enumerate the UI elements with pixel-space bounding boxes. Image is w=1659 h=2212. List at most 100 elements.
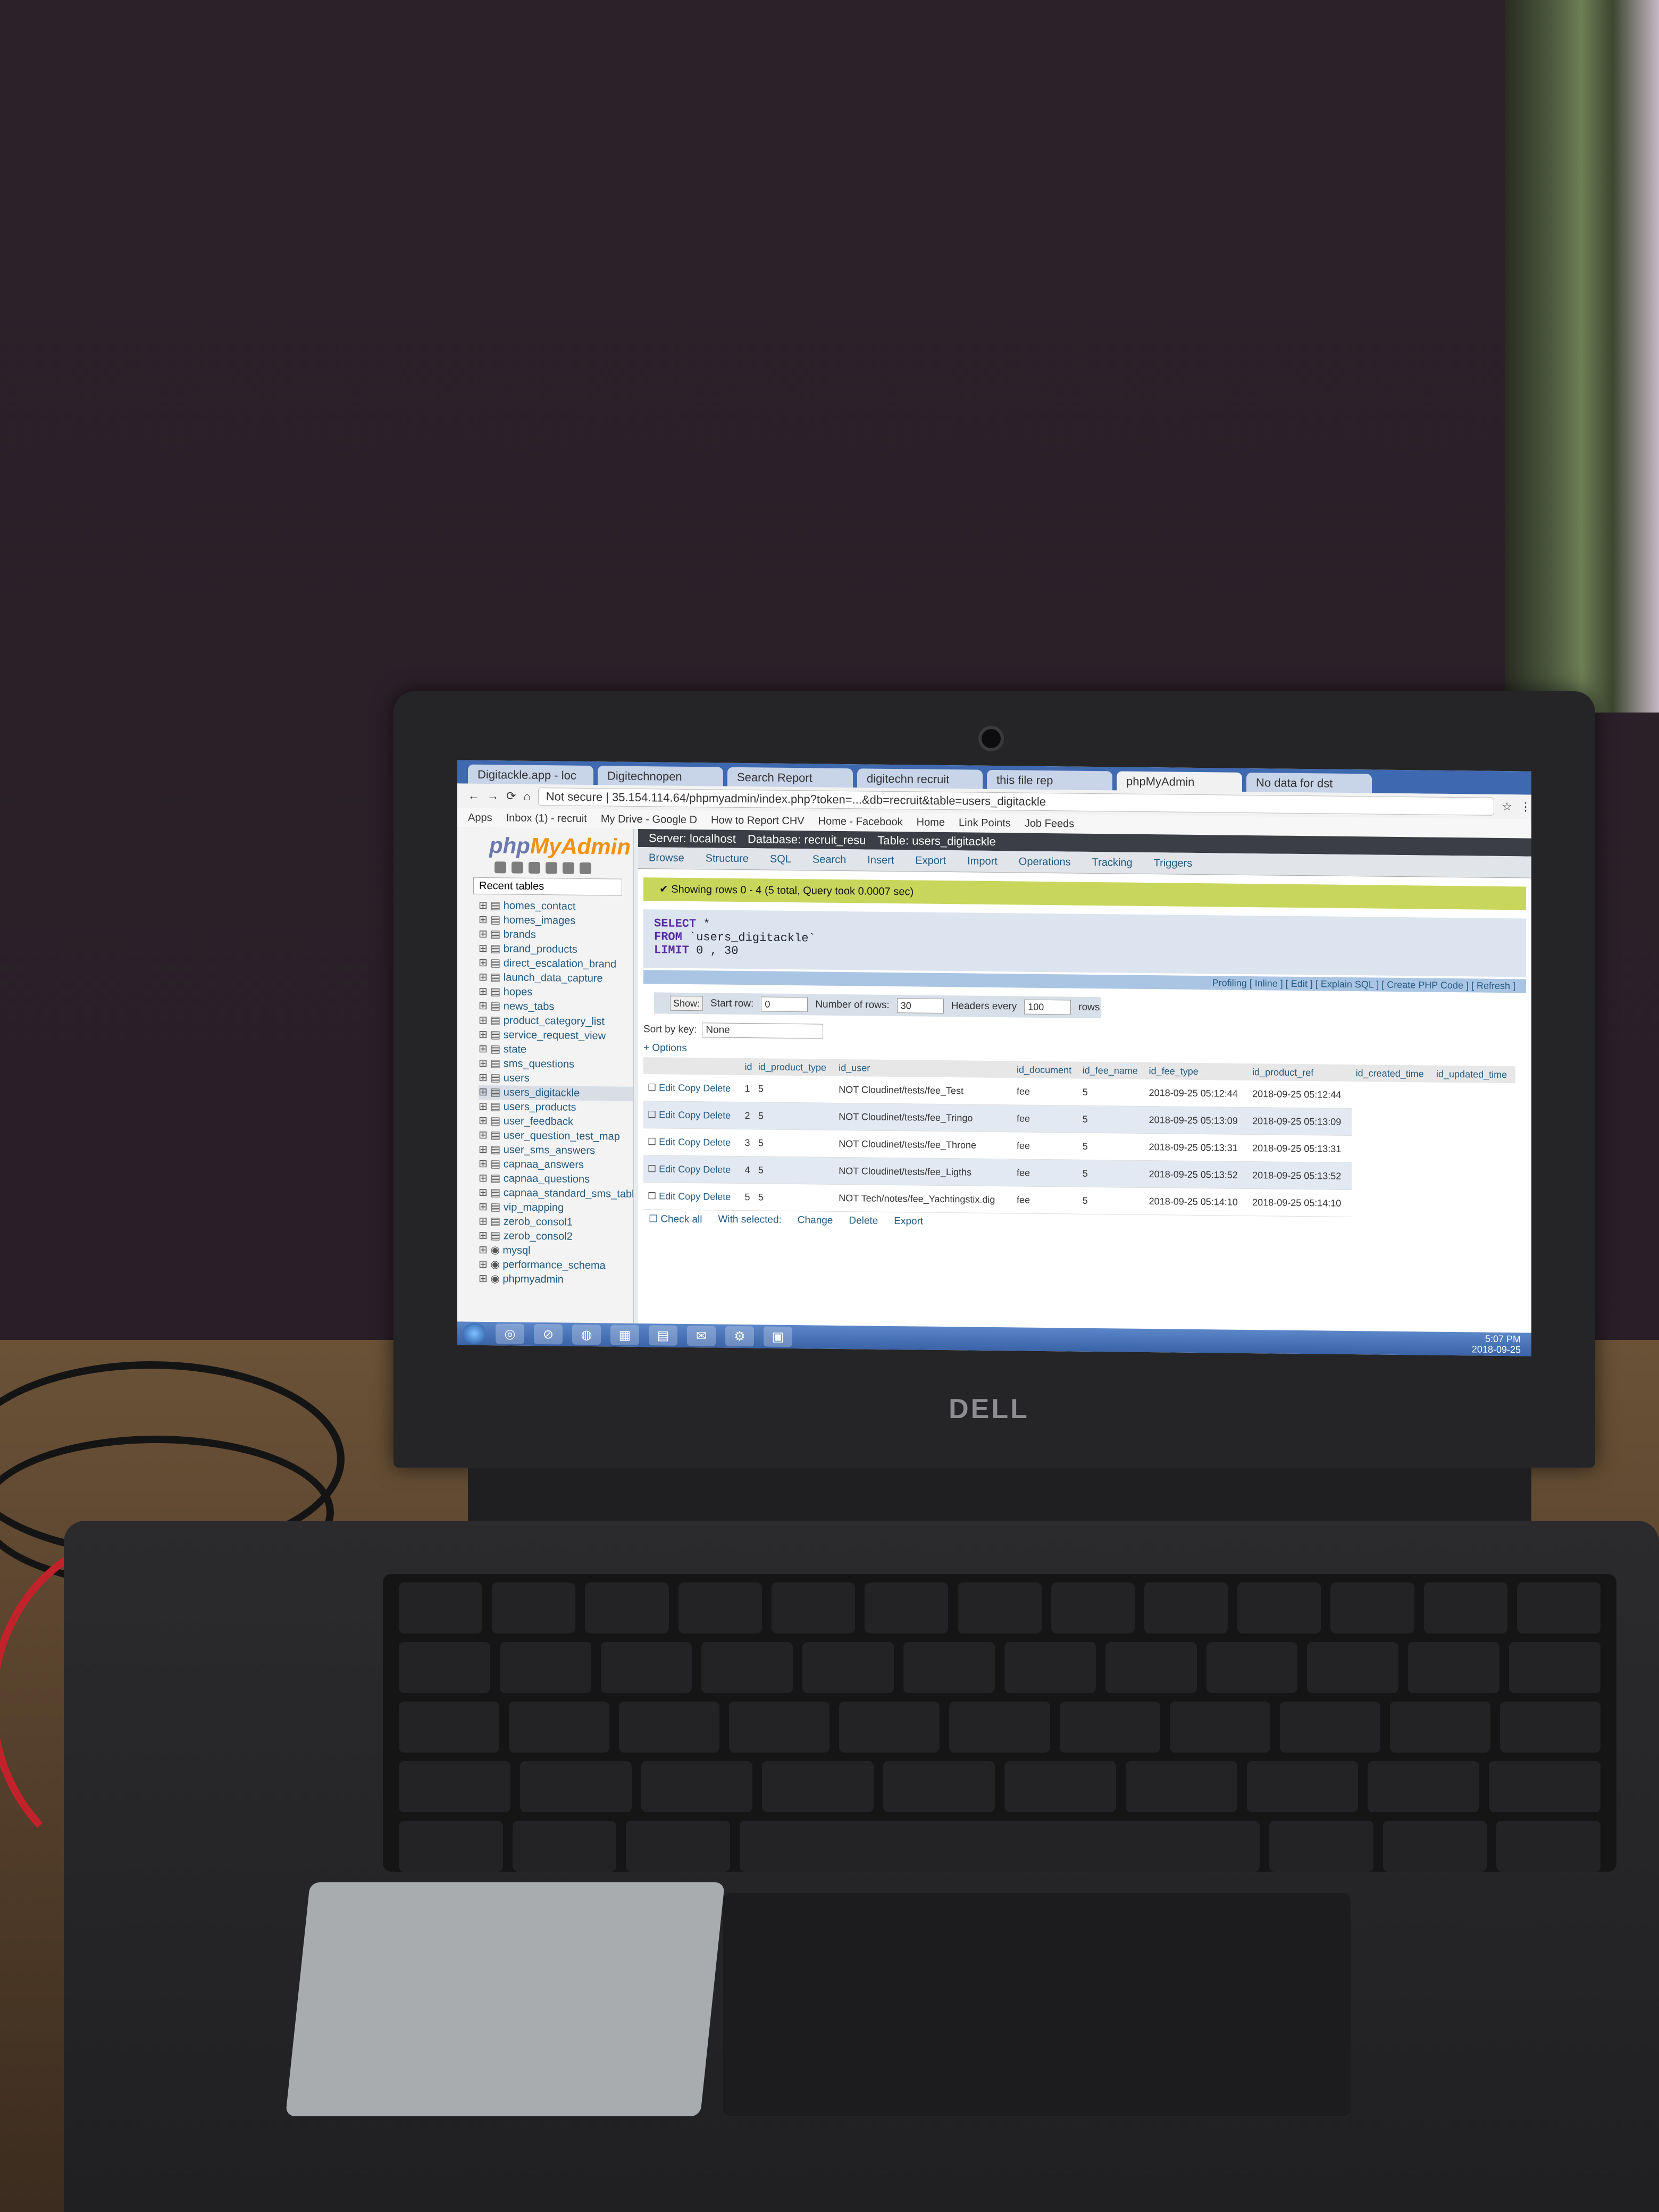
taskbar-app-icon[interactable]: ⚙ <box>725 1326 754 1347</box>
column-header[interactable]: id_fee_name <box>1078 1061 1145 1079</box>
tree-table-item[interactable]: user_sms_answers <box>479 1143 633 1159</box>
table-cell[interactable]: 5 <box>753 1102 835 1130</box>
table-cell[interactable]: NOT Cloudinet/tests/fee_Throne <box>834 1130 1013 1159</box>
table-cell[interactable]: 2018-09-25 05:14:10 <box>1248 1188 1352 1217</box>
column-header[interactable]: id_updated_time <box>1432 1065 1515 1084</box>
show-button[interactable]: Show: <box>670 995 703 1011</box>
star-icon[interactable]: ☆ <box>1502 800 1512 814</box>
tree-table-item[interactable]: brands <box>479 927 633 943</box>
tree-table-item[interactable]: user_question_test_map <box>479 1128 633 1144</box>
row-edit-link[interactable]: Edit <box>659 1191 675 1201</box>
row-edit-link[interactable]: Edit <box>659 1109 675 1120</box>
tab-browse[interactable]: Browse <box>649 847 684 869</box>
taskbar-app-icon[interactable]: ◍ <box>572 1324 601 1345</box>
table-cell[interactable]: 2018-09-25 05:13:31 <box>1144 1133 1249 1162</box>
table-cell[interactable]: 2018-09-25 05:13:09 <box>1248 1107 1352 1136</box>
table-cell[interactable]: 5 <box>753 1129 835 1158</box>
row-edit-link[interactable]: Edit <box>659 1082 675 1093</box>
bookmark[interactable]: My Drive - Google D <box>601 813 697 826</box>
table-cell[interactable]: 2018-09-25 05:13:09 <box>1144 1106 1249 1135</box>
bookmark[interactable]: How to Report CHV <box>711 814 805 827</box>
table-cell[interactable]: fee <box>1012 1132 1078 1160</box>
row-copy-link[interactable]: Copy <box>678 1163 700 1174</box>
tree-table-item[interactable]: direct_escalation_brand <box>479 956 633 972</box>
recent-tables-select[interactable]: Recent tables <box>473 877 622 896</box>
table-cell[interactable]: fee <box>1012 1159 1078 1187</box>
check-all-checkbox[interactable]: ☐ Check all <box>649 1213 702 1226</box>
settings-icon[interactable] <box>563 862 574 874</box>
reload-icon[interactable]: ⟳ <box>506 789 516 803</box>
table-cell[interactable]: 5 <box>1078 1105 1145 1134</box>
tab-insert[interactable]: Insert <box>867 849 894 871</box>
table-cell[interactable]: 2018-09-25 05:13:31 <box>1248 1134 1352 1163</box>
tab-operations[interactable]: Operations <box>1019 851 1071 873</box>
table-cell[interactable]: NOT Cloudinet/tests/fee_Test <box>834 1076 1013 1105</box>
table-cell[interactable]: 5 <box>1078 1187 1145 1215</box>
tree-table-item[interactable]: zerob_consol1 <box>479 1214 633 1230</box>
table-cell[interactable]: 4 <box>740 1156 754 1184</box>
table-cell[interactable]: 5 <box>1078 1133 1145 1161</box>
row-copy-link[interactable]: Copy <box>678 1109 700 1120</box>
tree-table-item[interactable]: capnaa_answers <box>479 1157 633 1173</box>
tree-table-item[interactable]: news_tabs <box>479 999 633 1015</box>
tree-database-item[interactable]: mysql <box>479 1243 633 1259</box>
tree-table-item[interactable]: users_digitackle <box>479 1085 633 1101</box>
breadcrumb-server[interactable]: Server: localhost <box>649 831 736 845</box>
table-cell[interactable]: 2018-09-25 05:12:44 <box>1248 1080 1352 1109</box>
row-delete-link[interactable]: Delete <box>703 1137 731 1148</box>
table-cell[interactable]: 2 <box>740 1102 754 1129</box>
phpmyadmin-logo[interactable]: phpMyAdmin <box>489 833 633 860</box>
headers-input[interactable]: 100 <box>1024 999 1071 1015</box>
tab-export[interactable]: Export <box>915 850 946 872</box>
tree-table-item[interactable]: state <box>479 1042 633 1058</box>
column-header[interactable]: id <box>740 1058 754 1076</box>
row-edit-link[interactable]: Edit <box>659 1163 675 1174</box>
column-header[interactable]: id_document <box>1012 1061 1078 1079</box>
tree-table-item[interactable]: hopes <box>479 985 633 1001</box>
logout-icon[interactable] <box>512 861 523 874</box>
tree-table-item[interactable]: capnaa_standard_sms_table <box>479 1186 633 1202</box>
docs-icon[interactable] <box>546 862 557 874</box>
back-icon[interactable]: ← <box>468 789 480 803</box>
row-checkbox[interactable]: ☐ <box>648 1109 659 1120</box>
table-cell[interactable]: NOT Cloudinet/tests/fee_Tringo <box>834 1103 1013 1132</box>
column-header[interactable]: id_product_type <box>753 1058 835 1076</box>
tree-table-item[interactable]: zerob_consol2 <box>479 1229 633 1245</box>
tree-table-item[interactable]: capnaa_questions <box>479 1171 633 1187</box>
column-header[interactable] <box>643 1057 741 1075</box>
reload-icon[interactable] <box>580 862 591 875</box>
tab-structure[interactable]: Structure <box>706 848 749 869</box>
row-checkbox[interactable]: ☐ <box>648 1163 659 1174</box>
menu-icon[interactable]: ⋮ <box>1520 800 1531 814</box>
sort-select[interactable]: None <box>702 1023 824 1039</box>
table-cell[interactable]: 5 <box>740 1183 754 1211</box>
table-cell[interactable]: NOT Cloudinet/tests/fee_Ligths <box>834 1157 1013 1186</box>
row-checkbox[interactable]: ☐ <box>648 1136 659 1147</box>
bookmark[interactable]: Home - Facebook <box>818 815 903 828</box>
tree-table-item[interactable]: brand_products <box>479 942 633 958</box>
taskbar-app-icon[interactable]: ▤ <box>649 1325 677 1346</box>
table-cell[interactable]: 5 <box>753 1156 835 1185</box>
sql-icon[interactable] <box>529 861 540 874</box>
tab-sql[interactable]: SQL <box>770 849 791 870</box>
table-cell[interactable]: 5 <box>1078 1160 1145 1188</box>
tree-table-item[interactable]: user_feedback <box>479 1114 633 1130</box>
taskbar-app-icon[interactable]: ◎ <box>496 1323 524 1344</box>
bookmark[interactable]: Link Points <box>959 817 1011 830</box>
table-cell[interactable]: 2018-09-25 05:13:52 <box>1144 1160 1249 1189</box>
home-icon[interactable] <box>495 861 506 874</box>
table-cell[interactable]: fee <box>1012 1078 1078 1106</box>
tree-table-item[interactable]: launch_data_capture <box>479 970 633 986</box>
tab-import[interactable]: Import <box>967 850 998 872</box>
row-delete-link[interactable]: Delete <box>703 1083 731 1094</box>
taskbar-app-icon[interactable]: ▣ <box>764 1326 792 1347</box>
row-delete-link[interactable]: Delete <box>703 1164 731 1175</box>
num-rows-input[interactable]: 30 <box>896 998 944 1014</box>
row-copy-link[interactable]: Copy <box>678 1082 700 1093</box>
table-cell[interactable]: 2018-09-25 05:12:44 <box>1144 1079 1249 1108</box>
row-checkbox[interactable]: ☐ <box>648 1191 659 1201</box>
tree-table-item[interactable]: product_category_list <box>479 1013 633 1029</box>
table-cell[interactable]: fee <box>1012 1104 1078 1133</box>
table-cell[interactable]: 1 <box>740 1075 754 1102</box>
change-button[interactable]: Change <box>798 1214 833 1227</box>
